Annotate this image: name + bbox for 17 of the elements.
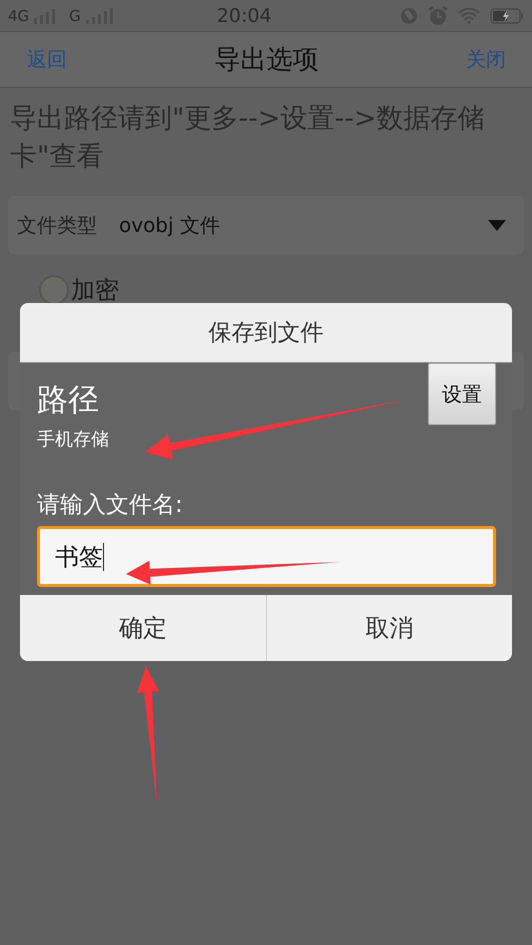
filename-label: 请输入文件名:	[37, 491, 184, 520]
path-label: 路径	[37, 381, 99, 420]
filename-input[interactable]: 书签	[37, 526, 496, 587]
wifi-icon	[458, 8, 480, 24]
encrypt-radio[interactable]	[39, 275, 69, 305]
dropdown-caret-icon	[488, 220, 506, 230]
file-type-label: 文件类型	[17, 212, 97, 238]
settings-button[interactable]: 设置	[428, 363, 496, 425]
rotation-lock-icon	[400, 6, 418, 24]
encrypt-label: 加密	[71, 275, 119, 306]
alarm-icon	[428, 6, 448, 26]
path-value: 手机存储	[37, 428, 110, 451]
cancel-button[interactable]: 取消	[266, 595, 512, 661]
dialog-title: 保存到文件	[20, 303, 512, 363]
page-title: 导出选项	[214, 44, 318, 77]
file-type-value: ovobj 文件	[119, 212, 220, 238]
battery-charging-icon	[490, 8, 524, 24]
